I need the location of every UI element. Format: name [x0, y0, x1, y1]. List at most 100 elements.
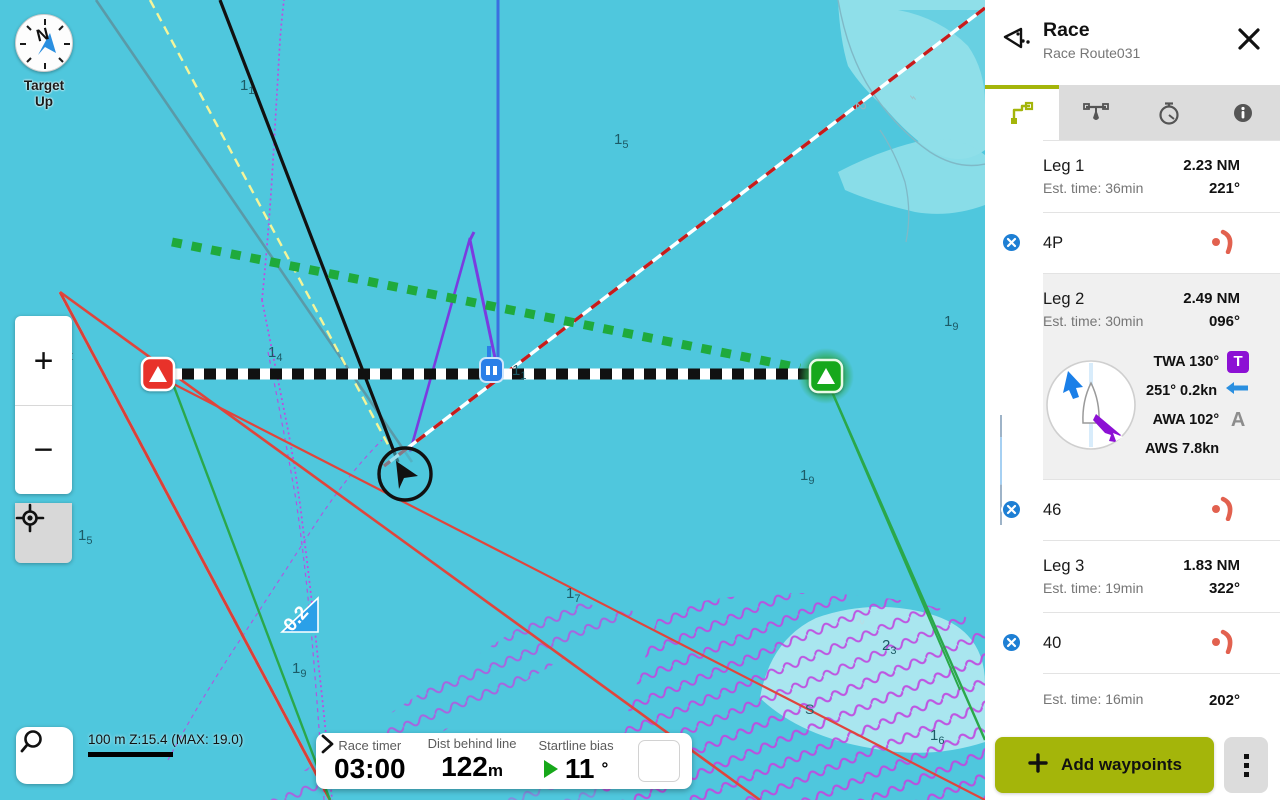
svg-text:∿: ∿	[855, 613, 866, 628]
own-boat-arrow	[377, 446, 433, 502]
close-button[interactable]	[1232, 22, 1266, 56]
crosshair-locate-icon[interactable]	[15, 503, 72, 563]
remove-waypoint-button[interactable]	[1001, 632, 1022, 653]
close-icon	[1238, 28, 1260, 50]
startline-bias-value: 11 °	[539, 754, 614, 784]
leg-est-time: Est. time: 19min	[1043, 580, 1144, 596]
mark-rounding-icon	[1210, 228, 1240, 259]
waypoint-name: 4P	[1043, 233, 1064, 252]
close-circle-icon	[1006, 504, 1017, 515]
compass-north-icon[interactable]: N	[15, 14, 73, 72]
current-arrow-icon	[1225, 380, 1249, 401]
svg-text:2: 2	[852, 102, 869, 110]
dist-behind-line-field[interactable]: Dist behind line 122m	[428, 736, 517, 786]
page-title: Race	[1043, 19, 1090, 41]
tab-route[interactable]	[985, 85, 1059, 140]
boat-polar-icon	[1043, 357, 1139, 453]
leg-distance: 1.83 NM	[1183, 557, 1240, 574]
leg-left: Leg 3 Est. time: 19min	[1043, 555, 1143, 599]
list-item[interactable]: Leg 2 Est. time: 30min 2.49 NM 096° TWA …	[1043, 273, 1280, 479]
leg-left: Est. time: 16min	[1043, 688, 1143, 711]
startline-bias-field[interactable]: Startline bias 11 °	[539, 738, 614, 784]
list-item[interactable]: Est. time: 16min 202°	[1043, 673, 1280, 724]
dist-behind-line-value: 122m	[428, 752, 517, 786]
leg-row[interactable]: Leg 3 Est. time: 19min 1.83 NM 322°	[1043, 541, 1260, 612]
tab-info[interactable]	[1206, 85, 1280, 140]
close-circle-icon	[1006, 237, 1017, 248]
route-leg-list[interactable]: Leg 1 Est. time: 36min 2.23 NM 221° 4P L…	[985, 140, 1280, 800]
panel-tabbar[interactable]	[985, 85, 1280, 140]
route-plan-icon	[1010, 101, 1033, 124]
leg-est-time: Est. time: 30min	[1043, 313, 1144, 329]
leg-name: Leg 3	[1043, 557, 1085, 575]
leg-left: Leg 2 Est. time: 30min	[1043, 288, 1143, 332]
bias-value: 11	[564, 753, 595, 784]
tab-startline[interactable]	[1058, 85, 1133, 140]
awa-text: AWA 102°	[1152, 411, 1220, 428]
svg-text:N: N	[34, 24, 51, 45]
race-timer-bar[interactable]: Race timer 03:00 Dist behind line 122m S…	[316, 733, 692, 789]
more-options-button[interactable]	[1224, 737, 1268, 793]
zoom-out-button[interactable]: −	[15, 405, 72, 494]
leg-est-time: Est. time: 16min	[1043, 691, 1144, 707]
startline-icon	[1082, 102, 1109, 120]
race-timer-value: 03:00	[334, 753, 406, 784]
waypoint-row[interactable]: 40	[1043, 613, 1260, 673]
zoom-in-button[interactable]: +	[15, 316, 72, 405]
panel-title-block: Race Race Route031	[1043, 18, 1232, 63]
timer-next-button[interactable]	[321, 734, 680, 782]
true-wind-badge: T	[1227, 350, 1250, 373]
waypoint-name: 40	[1043, 633, 1062, 652]
kebab-dot	[1243, 771, 1249, 777]
list-item[interactable]: 40	[1001, 612, 1280, 673]
tab-timer[interactable]	[1132, 85, 1207, 140]
list-item[interactable]: 46	[1001, 479, 1280, 540]
scale-line	[88, 752, 173, 757]
leg-distance: 2.49 NM	[1183, 290, 1240, 307]
orientation-label: Target Up	[14, 78, 74, 110]
waypoint-row[interactable]: 4P	[1043, 213, 1260, 273]
route-name: Race Route031	[1043, 45, 1141, 61]
mark-rounding-icon	[1210, 495, 1240, 526]
waypoint-name: 46	[1043, 500, 1062, 519]
right-triangle-green-icon	[543, 760, 558, 778]
leg-row[interactable]: Est. time: 16min 202°	[1043, 674, 1260, 724]
locate-control[interactable]	[15, 503, 72, 563]
list-item[interactable]: Leg 3 Est. time: 19min 1.83 NM 322°	[1043, 540, 1280, 612]
panel-header: Race Race Route031	[985, 0, 1280, 85]
aws-line: AWS 7.8kn	[1145, 434, 1249, 463]
waypoint-row[interactable]: 46	[1043, 480, 1260, 540]
race-timer-field[interactable]: Race timer 03:00	[334, 738, 406, 784]
leg-row[interactable]: Leg 1 Est. time: 36min 2.23 NM 221°	[1043, 141, 1260, 212]
map-scale-bar: 100 m Z:15.4 (MAX: 19.0)	[88, 732, 243, 757]
twa-line: TWA 130° T	[1145, 347, 1250, 376]
scale-text: 100 m Z:15.4 (MAX: 19.0)	[88, 732, 244, 747]
leg-row[interactable]: Leg 2 Est. time: 30min 2.49 NM 096°	[1043, 274, 1260, 345]
leg-bearing: 322°	[1208, 580, 1240, 597]
remove-waypoint-button[interactable]	[1001, 232, 1022, 253]
search-icon	[20, 730, 42, 753]
list-item[interactable]: Leg 1 Est. time: 36min 2.23 NM 221°	[1043, 140, 1280, 212]
race-panel[interactable]: Race Race Route031 Leg 1 Est. time: 36mi…	[985, 0, 1280, 800]
panel-action-bar: Add waypoints	[985, 730, 1280, 800]
nautical-chart-map[interactable]: 11 15 19 14 11 15 19 17 19 23 16 S 2 ⌁ ∿…	[0, 0, 985, 800]
twa-text: TWA 130°	[1153, 353, 1220, 370]
list-item[interactable]: 4P	[1001, 212, 1280, 273]
leg-bearing: 096°	[1208, 313, 1240, 330]
add-waypoints-label: Add waypoints	[1061, 755, 1182, 774]
leg-bearing: 202°	[1208, 692, 1240, 709]
dist-value: 122	[441, 751, 488, 782]
search-button[interactable]	[16, 727, 73, 784]
red-triangle-mark	[140, 356, 176, 392]
leg-distance: 2.23 NM	[1183, 157, 1240, 174]
remove-waypoint-button[interactable]	[1001, 499, 1022, 520]
map-orientation-control[interactable]: N Target Up	[14, 14, 74, 110]
awa-line: AWA 102° A	[1145, 405, 1249, 434]
add-waypoints-button[interactable]: Add waypoints	[995, 737, 1214, 793]
leg-right: 2.49 NM 096°	[1183, 288, 1240, 332]
chart-canvas: 11 15 19 14 11 15 19 17 19 23 16 S 2 ⌁ ∿…	[0, 0, 985, 800]
leg-right: 1.83 NM 322°	[1183, 555, 1240, 599]
wind-values: TWA 130° T 251° 0.2kn AWA 102° A AWS 7.8…	[1145, 347, 1250, 463]
race-timer-label: Race timer	[338, 738, 402, 753]
zoom-controls[interactable]: + −	[15, 316, 72, 494]
